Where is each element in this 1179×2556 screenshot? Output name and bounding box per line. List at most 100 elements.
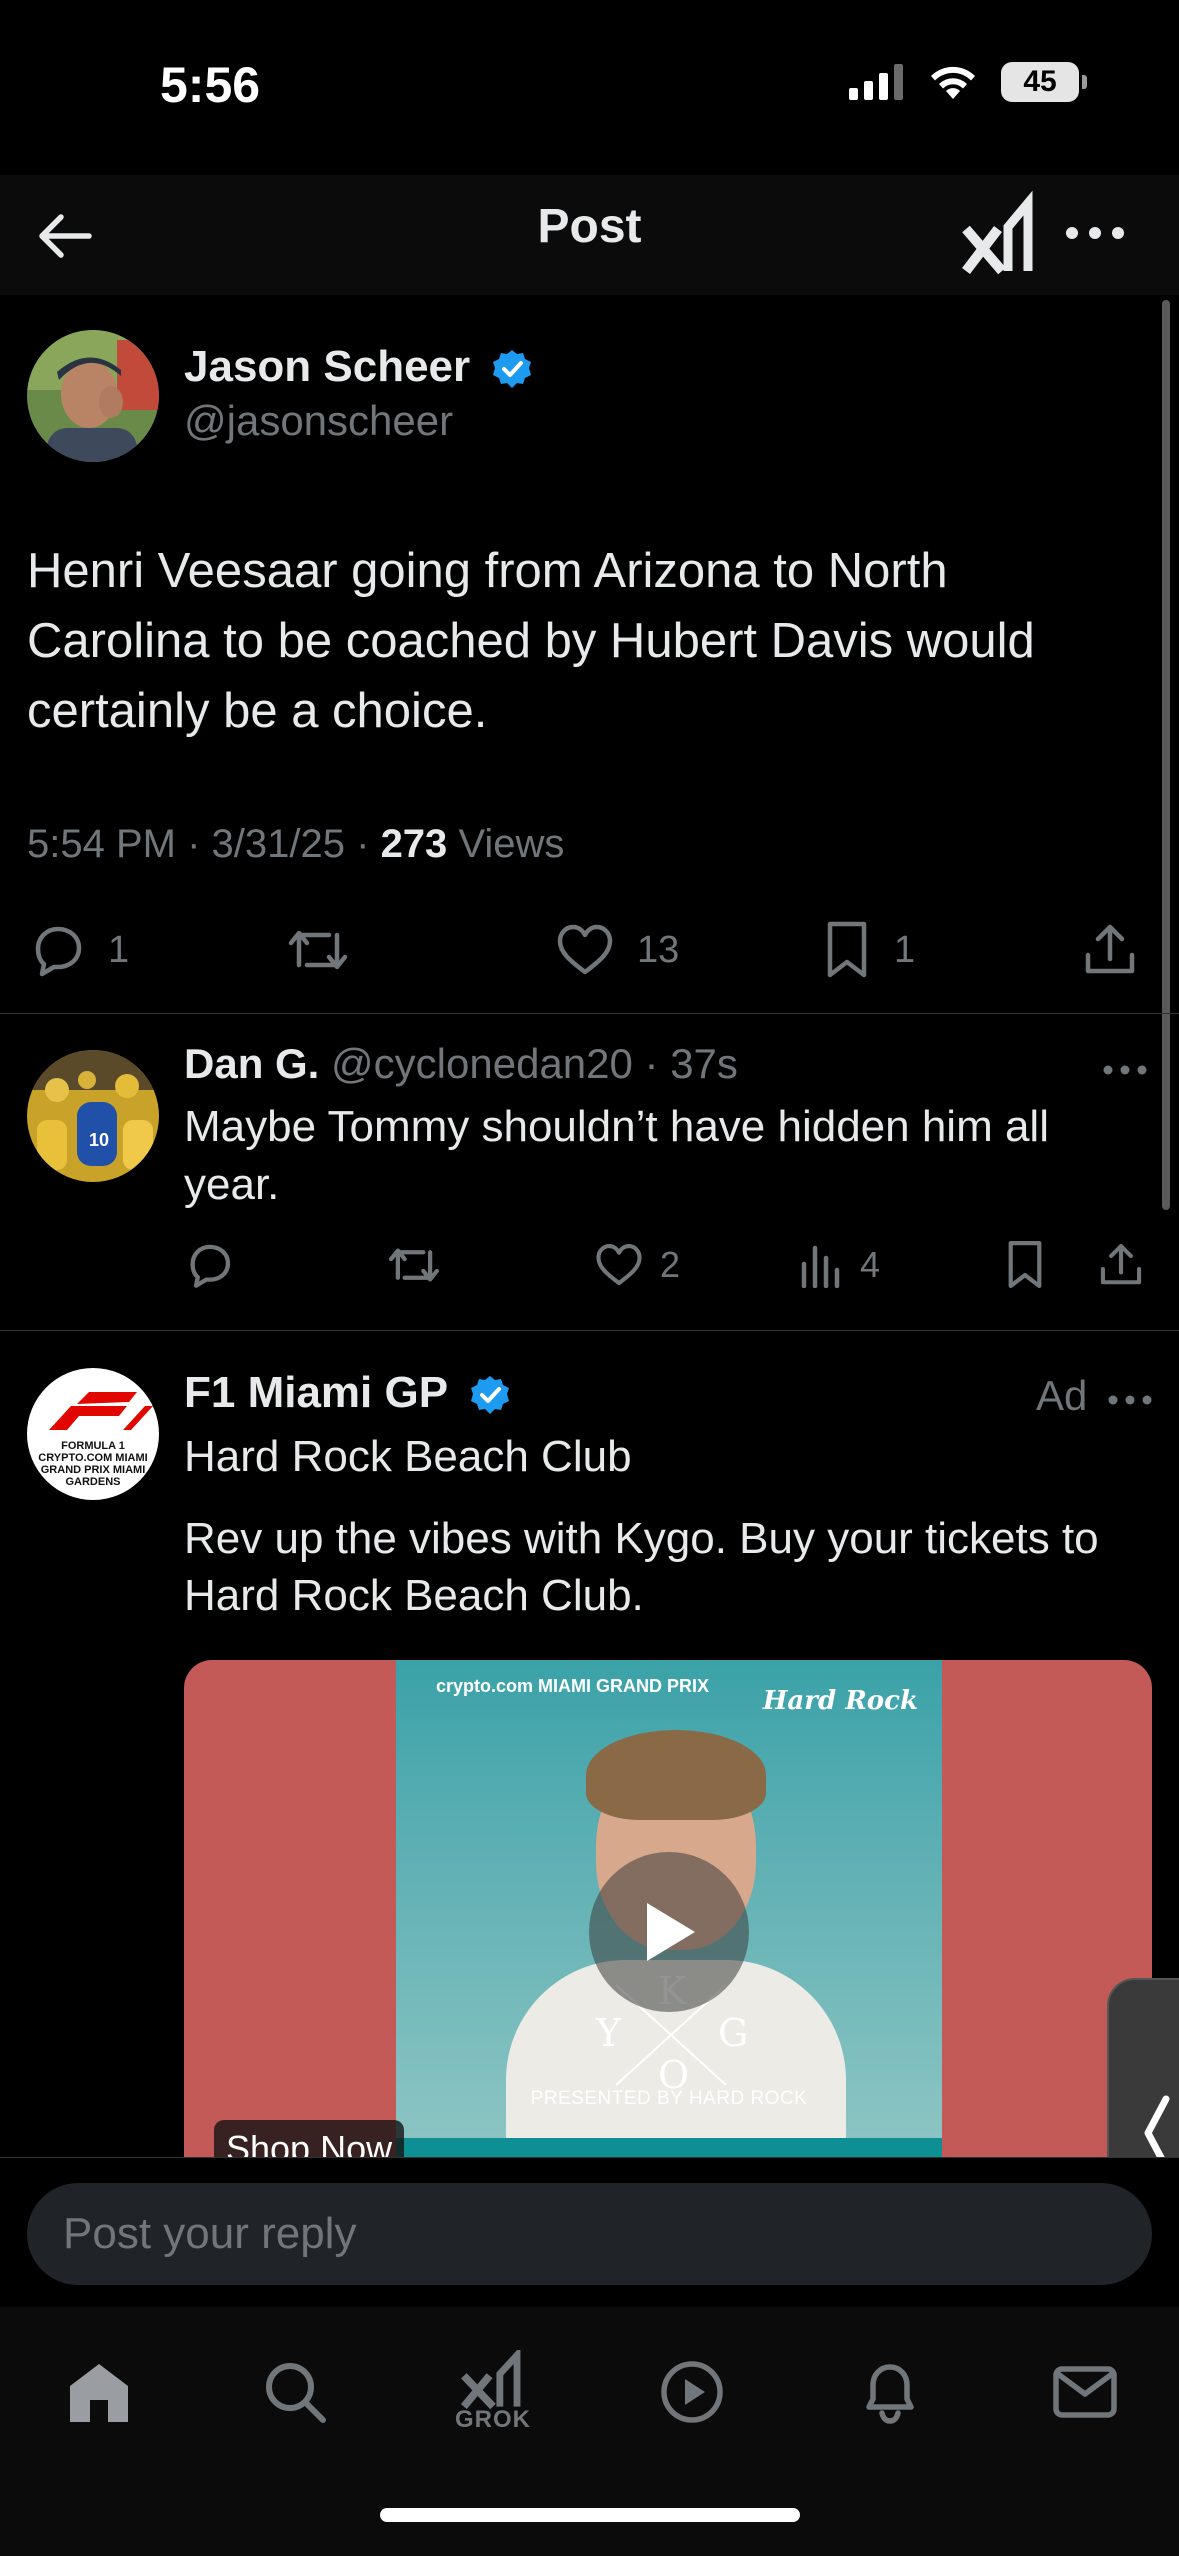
tab-grok[interactable]: GROK	[443, 2337, 543, 2447]
reply-like-button[interactable]: 2	[594, 1230, 680, 1300]
like-count: 13	[637, 928, 680, 971]
author-name[interactable]: Jason Scheer	[184, 342, 470, 391]
more-options-button[interactable]	[1060, 203, 1130, 263]
author-handle[interactable]: @jasonscheer	[184, 397, 453, 445]
post-text: Henri Veesaar going from Arizona to Nort…	[27, 544, 1035, 738]
kygo-letter-g: G	[718, 2011, 749, 2055]
poster-header-text: crypto.com MIAMI GRAND PRIX	[436, 1676, 710, 1696]
search-icon	[266, 2363, 326, 2423]
divider	[0, 1013, 1179, 1014]
post-date: 3/31/25	[211, 822, 345, 866]
views-label: Views	[458, 822, 565, 866]
play-circle-icon	[661, 2361, 723, 2423]
reply-more-button[interactable]	[1100, 1050, 1150, 1090]
ad-author-name[interactable]: F1 Miami GP	[184, 1368, 447, 1417]
analytics-icon	[801, 1245, 840, 1288]
reply-time: 37s	[670, 1040, 738, 1087]
share-icon	[1100, 1244, 1142, 1285]
tab-video[interactable]	[642, 2337, 742, 2447]
ad-more-button[interactable]	[1105, 1380, 1155, 1420]
verified-badge-icon	[470, 1376, 509, 1415]
share-button[interactable]	[1082, 915, 1138, 985]
grok-icon	[460, 2350, 521, 2410]
poster-person-hair	[586, 1730, 766, 1820]
tab-grok-label: GROK	[455, 2406, 531, 2433]
ad-avatar[interactable]: FORMULA 1 CRYPTO.COM MIAMI GRAND PRIX MI…	[27, 1368, 159, 1500]
repost-icon	[388, 1248, 440, 1282]
reply-author-handle[interactable]: @cyclonedan20	[331, 1040, 633, 1087]
reply-text: Maybe Tommy shouldn’t have hidden him al…	[184, 1102, 1049, 1209]
share-icon	[1085, 924, 1135, 974]
home-icon	[70, 2364, 128, 2422]
reply-actions: 2 4	[0, 1230, 1179, 1300]
post-meta: 5:54 PM · 3/31/25 · 273 Views	[27, 822, 565, 866]
status-bar: 5:56 45	[0, 0, 1179, 175]
tab-messages[interactable]	[1035, 2337, 1135, 2447]
bookmark-count: 1	[894, 928, 916, 971]
tab-notifications[interactable]	[840, 2337, 940, 2447]
ad-label: Ad	[1036, 1372, 1088, 1419]
grok-icon	[962, 190, 1033, 275]
hard-rock-logo: Hard Rock	[762, 1686, 918, 1716]
tab-home[interactable]	[49, 2337, 149, 2447]
scrollbar[interactable]	[1162, 300, 1170, 1210]
heart-icon	[596, 1244, 642, 1286]
reply-views-count: 4	[860, 1244, 881, 1285]
more-horizontal-icon	[1108, 1395, 1152, 1405]
bookmark-button[interactable]: 1	[822, 915, 915, 985]
views-count: 273	[380, 822, 448, 866]
wifi-icon	[931, 66, 975, 99]
more-horizontal-icon	[1103, 1065, 1147, 1075]
bookmark-icon	[827, 921, 867, 978]
battery-indicator: 45	[1001, 62, 1087, 102]
author-avatar[interactable]	[27, 330, 159, 462]
grok-button[interactable]	[962, 189, 1038, 279]
comment-icon	[35, 926, 82, 977]
avatar-image	[27, 330, 159, 462]
reply-header: Dan G. @cyclonedan20 · 37s	[184, 1040, 738, 1087]
ad-subtitle[interactable]: Hard Rock Beach Club	[184, 1432, 632, 1482]
svg-text:10: 10	[89, 1130, 109, 1150]
more-horizontal-icon	[1066, 227, 1124, 239]
bookmark-icon	[1008, 1241, 1042, 1289]
kygo-letter-y: Y	[596, 2011, 622, 2055]
post-time: 5:54 PM	[27, 822, 176, 866]
verified-badge-icon	[493, 350, 532, 389]
ad-text: Rev up the vibes with Kygo. Buy your tic…	[184, 1514, 1099, 1620]
comment-icon	[190, 1244, 231, 1288]
tab-search[interactable]	[245, 2337, 345, 2447]
mail-icon	[1053, 2366, 1117, 2418]
reply-button[interactable]: 1	[28, 915, 129, 985]
status-time: 5:56	[160, 57, 261, 113]
reply-share-button[interactable]	[1098, 1230, 1144, 1300]
f1-logo-icon	[49, 1392, 153, 1430]
reply-views-button[interactable]: 4	[800, 1230, 880, 1300]
status-icons: 45	[849, 62, 1087, 102]
signal-icon	[849, 64, 903, 100]
reply-comment-button[interactable]	[184, 1230, 234, 1300]
repost-icon	[288, 930, 348, 970]
reply-count: 1	[108, 928, 130, 971]
bell-icon	[866, 2364, 914, 2424]
reply-bookmark-button[interactable]	[1004, 1230, 1046, 1300]
heart-icon	[557, 924, 613, 975]
author-name-row[interactable]: Jason Scheer	[184, 342, 532, 392]
reply-repost-button[interactable]	[386, 1230, 442, 1300]
reply-like-count: 2	[660, 1244, 681, 1285]
play-button[interactable]	[589, 1852, 749, 2012]
ad-video[interactable]: crypto.com MIAMI GRAND PRIX Hard Rock K …	[184, 1660, 1152, 2160]
avatar-image: 10	[27, 1050, 159, 1182]
shop-now-button[interactable]: Shop Now	[214, 2120, 405, 2160]
reply-avatar[interactable]: 10	[27, 1050, 159, 1182]
divider	[0, 1330, 1179, 1331]
like-button[interactable]: 13	[555, 915, 679, 985]
reply-input[interactable]: Post your reply	[27, 2183, 1152, 2285]
ad-author-row[interactable]: F1 Miami GP	[184, 1368, 510, 1418]
home-indicator	[380, 2508, 800, 2522]
reply-composer: Post your reply	[0, 2157, 1179, 2307]
top-header: Post	[0, 175, 1179, 295]
repost-button[interactable]	[285, 915, 351, 985]
reply-author-name[interactable]: Dan G.	[184, 1040, 319, 1087]
ad-logo-text: FORMULA 1 CRYPTO.COM MIAMI GRAND PRIX MI…	[38, 1440, 148, 1488]
play-icon	[647, 1903, 695, 1961]
